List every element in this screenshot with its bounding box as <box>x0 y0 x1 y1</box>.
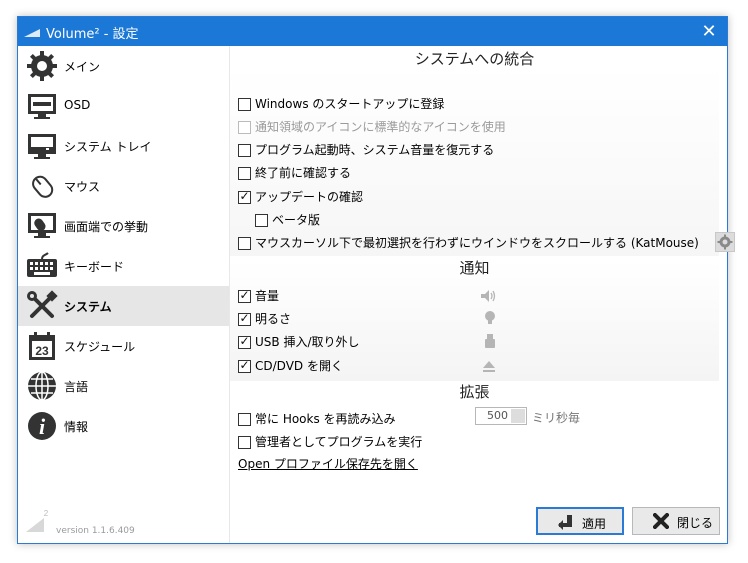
sidebar: メイン OSD システム トレイ マウス 画面端での挙動 キーボード システム … <box>18 46 230 543</box>
apply-button[interactable]: 適用 <box>536 507 624 535</box>
info-glyph: i <box>39 414 46 439</box>
sidebar-item-info[interactable]: i 情報 <box>18 406 229 446</box>
close-icon <box>653 513 669 529</box>
sidebar-item-label: システム トレイ <box>64 140 152 154</box>
monitor-icon <box>28 94 56 119</box>
sidebar-item-label: 画面端での挙動 <box>64 220 149 234</box>
spinner-icon[interactable] <box>511 409 525 423</box>
checkbox-checked[interactable]: ✓ <box>238 311 251 326</box>
window-title: Volume² - 設定 <box>46 27 139 42</box>
extend-title: 拡張 <box>459 383 490 401</box>
info-icon: i <box>28 412 56 440</box>
sidebar-item-main[interactable]: メイン <box>18 46 229 86</box>
settings-window: Volume² - 設定 ✕ メイン OSD システム トレイ マウス 画面端で… <box>17 16 735 544</box>
sidebar-item-label: OSD <box>64 98 91 112</box>
sidebar-item-keyboard[interactable]: キーボード <box>18 246 229 286</box>
checkbox[interactable] <box>238 436 251 449</box>
screen-edge-icon <box>28 213 56 238</box>
checkbox <box>238 121 251 134</box>
checkbox-checked[interactable]: ✓ <box>238 189 251 204</box>
calendar-icon: 23 <box>29 332 55 360</box>
sidebar-item-tray[interactable]: システム トレイ <box>18 126 229 166</box>
bulb-icon <box>485 311 495 324</box>
globe-icon <box>28 371 56 401</box>
open-profile-link[interactable]: Open プロファイル保存先を開く <box>238 455 418 472</box>
katmouse-settings-button[interactable] <box>715 232 735 252</box>
notify-title: 通知 <box>459 259 490 277</box>
checkbox[interactable] <box>238 144 251 157</box>
checkbox[interactable] <box>255 214 268 227</box>
checkbox-checked[interactable]: ✓ <box>238 334 251 349</box>
checkbox[interactable] <box>238 98 251 111</box>
tray-icon <box>28 134 56 159</box>
system-panel: システムへの統合 Windows のスタートアップに登録 通知領域のアイコンに標… <box>230 46 735 501</box>
sidebar-item-label: システム <box>64 300 112 314</box>
logo-superscript: 2 <box>44 509 48 518</box>
sidebar-item-language[interactable]: 言語 <box>18 366 229 406</box>
close-window-button[interactable]: ✕ <box>691 17 727 46</box>
checkbox[interactable] <box>238 167 251 180</box>
tools-icon <box>27 290 58 318</box>
sidebar-item-screen-edge[interactable]: 画面端での挙動 <box>18 206 229 246</box>
gear-icon <box>27 51 57 81</box>
integration-title: システムへの統合 <box>414 50 535 68</box>
hooks-interval-input[interactable]: 500 <box>475 407 527 425</box>
sidebar-item-schedule[interactable]: 23 スケジュール <box>18 326 229 366</box>
usb-icon <box>485 334 495 348</box>
title-bar[interactable]: Volume² - 設定 ✕ <box>18 17 727 46</box>
apply-icon <box>558 515 572 530</box>
sidebar-item-label: マウス <box>64 180 101 194</box>
close-button[interactable]: 閉じる <box>632 507 720 535</box>
checkbox-checked[interactable]: ✓ <box>238 358 251 373</box>
checkbox-checked[interactable]: ✓ <box>238 288 251 303</box>
gear-icon <box>717 234 733 250</box>
hooks-interval-unit: ミリ秒毎 <box>532 411 581 425</box>
checkbox[interactable] <box>238 413 251 426</box>
sidebar-item-label: 言語 <box>64 380 89 394</box>
sidebar-item-mouse[interactable]: マウス <box>18 166 229 206</box>
mouse-icon <box>32 175 54 198</box>
sidebar-item-label: スケジュール <box>64 340 136 354</box>
speaker-icon <box>481 290 496 302</box>
volume-logo-icon: 2 <box>26 509 48 532</box>
sidebar-item-label: 情報 <box>64 420 89 434</box>
keyboard-icon <box>27 252 57 277</box>
version-label: version 1.1.6.409 <box>56 526 135 536</box>
sidebar-item-osd[interactable]: OSD <box>18 86 229 126</box>
sidebar-item-label: メイン <box>64 60 101 74</box>
app-icon <box>24 29 40 37</box>
eject-icon <box>483 361 495 372</box>
sidebar-item-system[interactable]: システム <box>18 286 229 326</box>
sidebar-item-label: キーボード <box>64 260 125 274</box>
checkbox[interactable] <box>238 237 251 250</box>
calendar-day: 23 <box>35 344 49 358</box>
